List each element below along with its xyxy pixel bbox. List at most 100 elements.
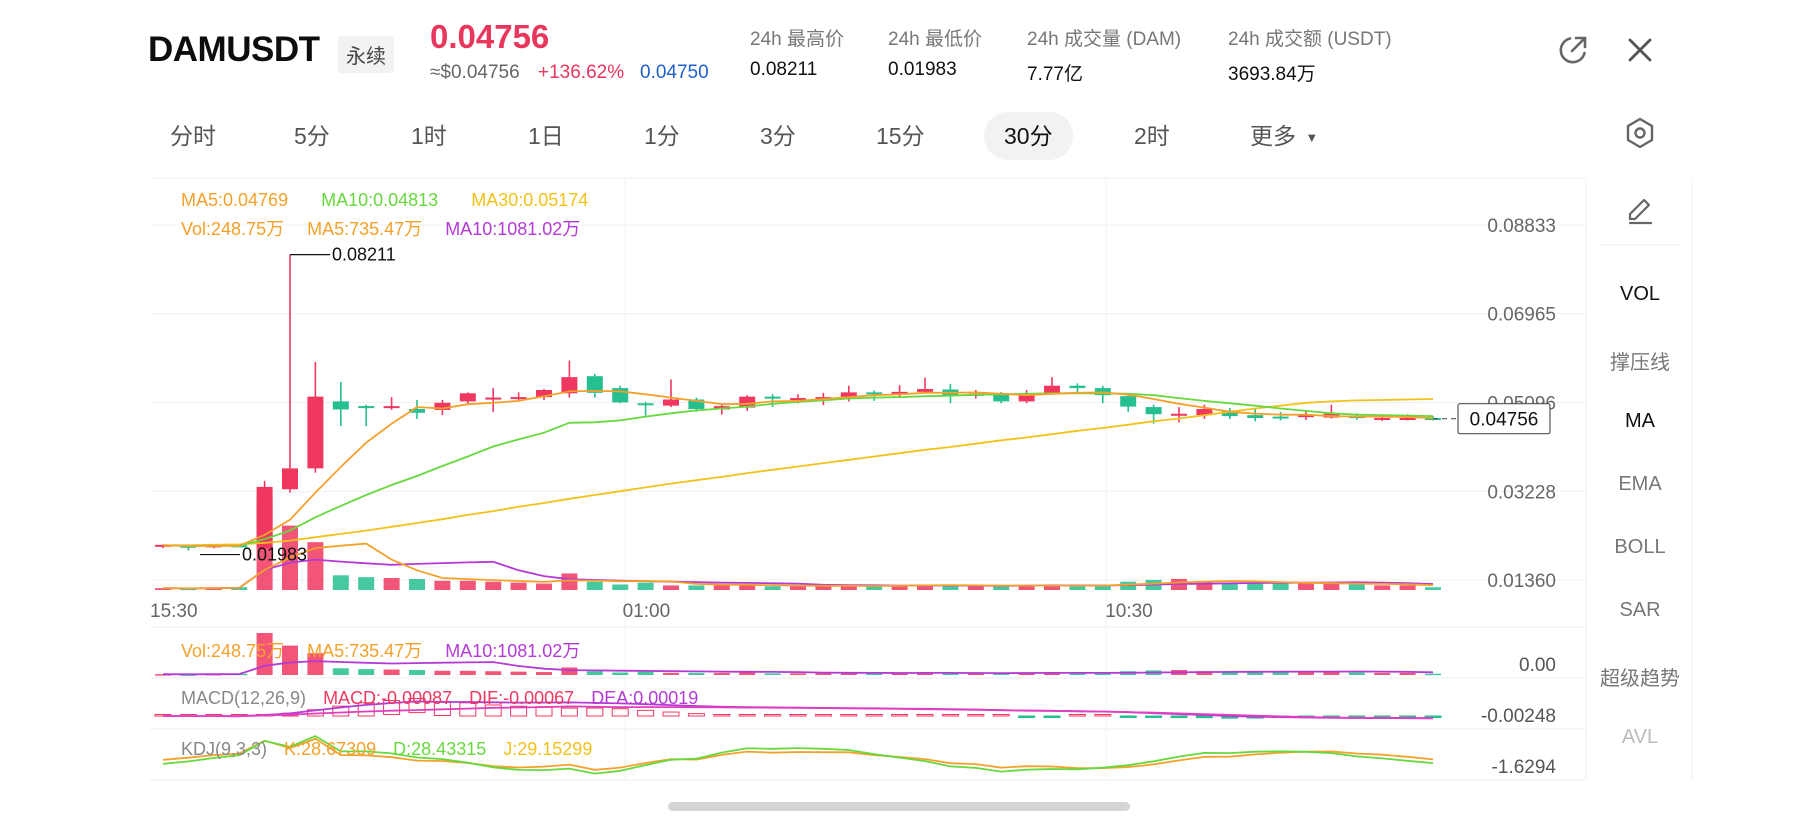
- candle: [663, 379, 679, 408]
- candle: [1044, 377, 1060, 394]
- macd-bar: [1094, 714, 1112, 717]
- candle-body: [1044, 385, 1060, 394]
- macd-bar: [1018, 715, 1036, 718]
- candle-body: [1399, 418, 1416, 421]
- macd-bar: [814, 714, 832, 717]
- volume-bars: [155, 498, 1441, 591]
- price-tick-label: 0.03228: [1487, 482, 1556, 503]
- sub-volume-bar: [434, 670, 451, 675]
- macd-bar: [1068, 714, 1086, 717]
- indicator-support-resistance[interactable]: 撑压线: [1588, 346, 1692, 375]
- volume-bar: [383, 578, 400, 590]
- macd-bar: [713, 714, 731, 717]
- current-price-label: 0.04756: [1470, 410, 1539, 431]
- vol-ma10-legend: MA10:1081.02万: [445, 219, 581, 239]
- ma-lines: [162, 389, 1434, 590]
- time-tick-label: 01:00: [623, 601, 671, 622]
- indicator-ma[interactable]: MA: [1588, 410, 1692, 433]
- candle-body: [764, 396, 781, 399]
- macd-bar: [992, 714, 1010, 717]
- macd-bar: [560, 707, 578, 717]
- candle-body: [1120, 396, 1137, 407]
- sub-volume-bar: [510, 671, 527, 675]
- volume-bar: [409, 578, 425, 590]
- vol-ma5-legend: MA5:735.47万: [307, 219, 423, 239]
- vol-ma10-line: [162, 558, 1434, 590]
- macd-legend: MACD(12,26,9) MACD:-0.00087 DIF:-0.00067…: [181, 688, 726, 709]
- horizontal-scrollbar[interactable]: [668, 802, 1130, 811]
- volume-bar: [1425, 587, 1441, 590]
- sub-volume-bar: [485, 671, 502, 675]
- sub-volume-bar: [358, 669, 375, 675]
- candle: [307, 361, 324, 473]
- candle: [1018, 389, 1035, 404]
- indicator-vol[interactable]: VOL: [1588, 283, 1692, 306]
- volume-bar: [967, 586, 984, 590]
- price-tick-label: 0.08833: [1487, 216, 1556, 237]
- vol2-legend-value: Vol:248.75万: [181, 641, 285, 661]
- macd-bar: [941, 714, 959, 717]
- volume-bar: [1374, 585, 1391, 590]
- candle: [586, 373, 603, 398]
- sub-axis-label: 0.00: [1519, 655, 1556, 676]
- sub-volume-bar: [459, 670, 476, 675]
- indicator-sar[interactable]: SAR: [1588, 599, 1692, 622]
- sub-vol-ma10-line: [162, 660, 1434, 676]
- j-value: J:29.15299: [503, 739, 593, 759]
- indicator-supertrend[interactable]: 超级趋势: [1588, 662, 1692, 691]
- indicator-avl[interactable]: AVL: [1588, 726, 1692, 749]
- candle: [1221, 408, 1238, 419]
- sub-volume-bar: [637, 671, 654, 675]
- macd-bar: [586, 707, 604, 717]
- volume-bar: [358, 577, 375, 590]
- volume-bar: [434, 580, 451, 590]
- macd-bar: [1119, 715, 1137, 718]
- ma30-legend: MA30:0.05174: [471, 190, 589, 210]
- candle-body: [1272, 416, 1289, 419]
- ma30-line: [163, 398, 1434, 547]
- candle-body: [612, 388, 629, 403]
- sub-volume-bar: [612, 672, 629, 675]
- candle: [383, 397, 400, 410]
- macd-bar: [764, 714, 782, 717]
- sub-volume-bar: [409, 669, 425, 675]
- macd-bar: [1195, 715, 1213, 719]
- macd-bar: [611, 708, 629, 717]
- volume-bar: [586, 581, 603, 590]
- candle: [282, 254, 298, 493]
- volume-bar: [790, 586, 806, 590]
- volume-bar: [637, 582, 654, 590]
- vol-ma5-line: [162, 542, 1434, 590]
- sub-volume-bar: [586, 671, 603, 675]
- candle-body: [282, 468, 298, 490]
- k-value: K:28.67309: [284, 739, 377, 759]
- ma5-line: [162, 389, 1434, 547]
- macd-bar: [840, 714, 858, 717]
- candle: [1272, 411, 1289, 421]
- candle-body: [637, 403, 654, 406]
- edit-pencil-icon[interactable]: [1622, 193, 1658, 229]
- indicator-boll[interactable]: BOLL: [1588, 536, 1692, 559]
- candle: [612, 385, 629, 404]
- macd-bar: [865, 714, 883, 717]
- kdj-legend: KDJ(9,3,3) K:28.67309 D:28.43315 J:29.15…: [181, 739, 620, 760]
- candle-body: [1247, 415, 1264, 419]
- sub-volume-bar: [383, 669, 400, 675]
- volume-bar: [332, 575, 349, 590]
- ma5-legend: MA5:0.04769: [181, 190, 289, 210]
- macd-title: MACD(12,26,9): [181, 688, 307, 708]
- sub-volume-bar: [561, 667, 578, 675]
- sub-volume-bar: [1348, 672, 1365, 675]
- candle-body: [917, 389, 933, 392]
- macd-bar: [916, 714, 934, 717]
- macd-bar: [891, 714, 909, 717]
- sub-volume-bar: [1399, 672, 1416, 675]
- candle: [1247, 408, 1264, 422]
- ma-legend: MA5:0.04769 MA10:0.04813 MA30:0.05174: [181, 190, 616, 211]
- volume-bar: [1272, 583, 1289, 590]
- macd-value: MACD:-0.00087: [323, 688, 453, 708]
- volume-bar: [663, 585, 679, 590]
- indicator-ema[interactable]: EMA: [1588, 473, 1692, 496]
- candle: [917, 377, 933, 393]
- candle: [485, 388, 502, 412]
